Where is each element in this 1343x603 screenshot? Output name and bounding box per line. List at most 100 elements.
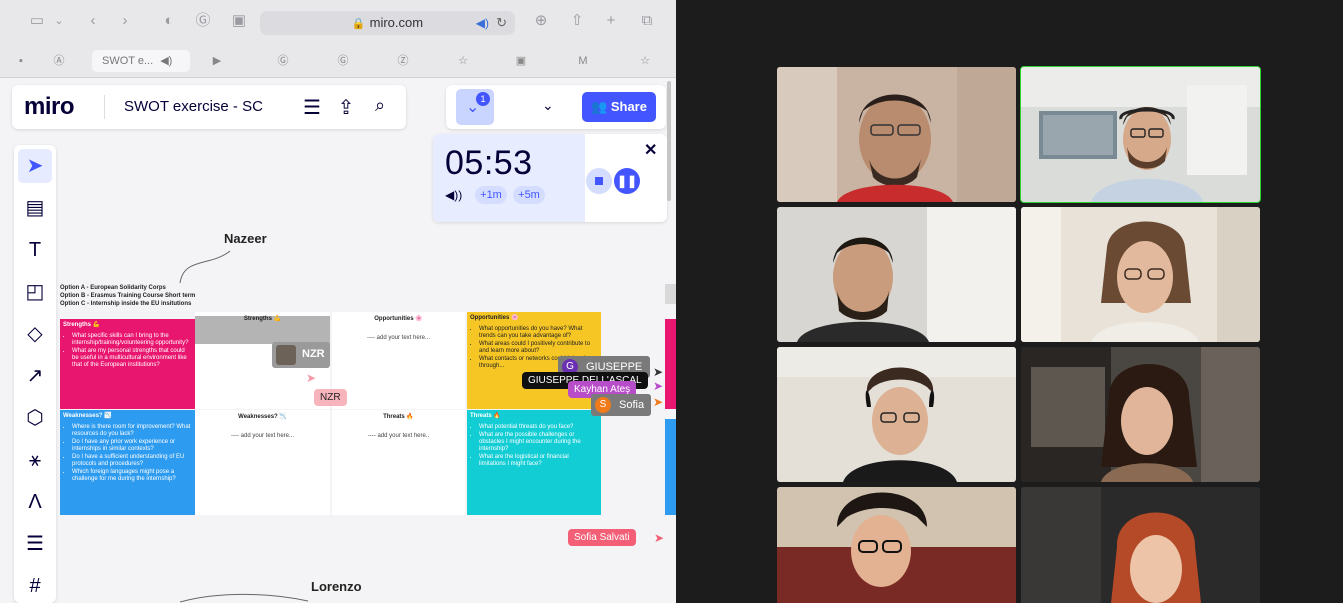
comment-tool-icon[interactable]: ⬡ — [18, 401, 52, 435]
threats-center-card[interactable]: Threats 🔥 ---- add your text here.. — [332, 410, 465, 515]
timer-time: 05:53 — [445, 144, 533, 182]
share-button[interactable]: 👥 Share — [582, 92, 656, 122]
opportunities-center-card[interactable]: Opportunities 🌸 ---- add your text here.… — [332, 312, 465, 409]
participant-video — [777, 347, 1016, 482]
offscreen-card-gray[interactable] — [665, 284, 676, 304]
tab-active[interactable]: SWOT e... ◀) — [92, 50, 190, 72]
miro-board[interactable]: miro SWOT exercise - SC ☰ ⇪ ⌕ ⌄ 1 ⌄ 👥 Sh… — [0, 79, 676, 603]
tab-star2-icon[interactable]: ☆ — [632, 50, 658, 72]
threats-bullet: What are the logistical or financial lim… — [479, 454, 597, 468]
timer-stop-button[interactable] — [586, 168, 612, 194]
comment-icon[interactable]: ☰ — [18, 527, 52, 561]
sidebar-chevron-icon[interactable]: ⌄ — [48, 11, 70, 31]
option-b: Option B - Erasmus Training Course Short… — [60, 293, 196, 299]
grammarly-icon[interactable]: Ⓖ — [192, 11, 214, 31]
cursor-arrow-icon: ➤ — [654, 531, 665, 545]
collaborators-button[interactable]: ⌄ 1 — [456, 89, 494, 125]
screen: ▭ ⌄ ‹ › ◐ Ⓖ ▣ 🔒 miro.com ◀) ↻ ⊕ ⇧ + ⧉ ▪ Ⓐ… — [0, 0, 1343, 603]
menu-icon[interactable]: ☰ — [300, 95, 324, 120]
more-chevron-icon[interactable]: ⌄ — [542, 97, 554, 114]
download-icon[interactable]: ⊕ — [530, 11, 552, 31]
timer-sound-icon[interactable]: ◀)) — [445, 188, 462, 202]
tab-z-icon[interactable]: Ⓩ — [390, 50, 416, 72]
tab-gmail-icon[interactable]: M — [570, 50, 596, 72]
participant-video — [777, 67, 1016, 202]
offscreen-card-pink[interactable] — [665, 319, 676, 409]
participant-video — [777, 487, 1016, 603]
add-1-minute-button[interactable]: +1m — [475, 186, 507, 204]
sidebar-toggle-icon[interactable]: ▭ — [26, 11, 48, 31]
close-icon[interactable]: ✕ — [644, 140, 657, 160]
sticky-note-icon[interactable]: ◰ — [18, 275, 52, 309]
collaborators-badge: 1 — [476, 92, 490, 106]
reload-icon[interactable]: ↻ — [496, 11, 507, 35]
opportunities-center-title: Opportunities 🌸 — [374, 316, 423, 322]
nzr-video-cursor: NZR — [272, 342, 330, 368]
shield-icon[interactable]: ◐ — [158, 11, 180, 31]
strengths-title: Strengths 💪 — [63, 322, 101, 328]
participant-tile-speaking[interactable] — [1020, 66, 1261, 203]
forward-icon[interactable]: › — [114, 11, 136, 31]
new-tab-icon[interactable]: + — [600, 11, 622, 31]
share-label: Share — [610, 99, 647, 114]
tab-g2-icon[interactable]: Ⓖ — [330, 50, 356, 72]
scrollbar[interactable] — [667, 81, 671, 201]
strengths-card[interactable]: Strengths 💪 What specific skills can I b… — [60, 319, 195, 409]
strengths-bullet: What specific skills can I bring to the … — [72, 333, 191, 347]
add-5-minutes-button[interactable]: +5m — [513, 186, 545, 204]
tab-youtube-icon[interactable]: ▶ — [204, 50, 230, 72]
tab-g-icon[interactable]: Ⓖ — [270, 50, 296, 72]
board-name[interactable]: SWOT exercise - SC — [124, 98, 263, 115]
audio-icon[interactable]: ◀) — [476, 11, 489, 35]
tab-overview-icon[interactable]: ⧉ — [636, 11, 658, 31]
tab-star-icon[interactable]: ☆ — [450, 50, 476, 72]
threats-bullet: What potential threats do you face? — [479, 424, 597, 431]
threats-card[interactable]: Threats 🔥 What potential threats do you … — [467, 410, 601, 515]
offscreen-card-blue[interactable] — [665, 419, 676, 515]
participant-tile[interactable] — [777, 347, 1016, 482]
cursor-arrow-icon: ➤ — [653, 379, 664, 393]
weaknesses-center-card[interactable]: Weaknesses? 📉 ---- add your text here... — [195, 410, 330, 515]
participant-video — [1021, 347, 1260, 482]
participant-tile[interactable] — [777, 67, 1016, 202]
arrow-tool-icon[interactable]: ↗ — [18, 359, 52, 393]
browser-toolbar: ▭ ⌄ ‹ › ◐ Ⓖ ▣ 🔒 miro.com ◀) ↻ ⊕ ⇧ + ⧉ ▪ Ⓐ… — [0, 0, 676, 78]
timer-face: 05:53 ◀)) +1m +5m — [433, 134, 585, 222]
export-icon[interactable]: ⇪ — [334, 95, 358, 120]
participant-tile[interactable] — [1021, 487, 1260, 603]
miro-logo[interactable]: miro — [24, 93, 75, 121]
back-icon[interactable]: ‹ — [82, 11, 104, 31]
shapes-icon[interactable]: ◇ — [18, 317, 52, 351]
tab-grid-icon[interactable]: ▪ — [10, 50, 32, 72]
weaknesses-card[interactable]: Weaknesses? 📉 Where is there room for im… — [60, 410, 195, 515]
participant-tile[interactable] — [777, 487, 1016, 603]
pen-tool-icon[interactable]: Λ — [18, 485, 52, 519]
participant-name-nazeer[interactable]: Nazeer — [224, 231, 267, 246]
participant-tile[interactable] — [777, 207, 1016, 342]
timer-pause-button[interactable]: ❚❚ — [614, 168, 640, 194]
strengths-bullets: What specific skills can I bring to the … — [72, 333, 191, 369]
tab-label: SWOT e... — [102, 55, 154, 67]
templates-icon[interactable]: ▤ — [18, 191, 52, 225]
participant-tile[interactable] — [1021, 347, 1260, 482]
lock-icon: 🔒 — [351, 18, 366, 30]
mindmap-icon[interactable]: ⚹ — [18, 443, 52, 477]
address-bar[interactable]: 🔒 miro.com ◀) ↻ — [260, 11, 515, 35]
select-tool-icon[interactable]: ➤ — [18, 149, 52, 183]
text-tool-icon[interactable]: T — [18, 233, 52, 267]
speaker-icon[interactable]: ◀) — [160, 55, 172, 67]
options-list[interactable]: Option A - European Solidarity Corps Opt… — [60, 284, 195, 308]
tab-img-icon[interactable]: ▣ — [508, 50, 534, 72]
cursor-label-nzr: NZR — [314, 389, 347, 406]
weaknesses-bullet: Where is there room for improvement? Wha… — [72, 424, 191, 438]
participant-video — [1021, 487, 1260, 603]
board-header: miro SWOT exercise - SC ☰ ⇪ ⌕ — [12, 85, 406, 129]
frame-tool-icon[interactable]: # — [18, 569, 52, 603]
participant-tile[interactable] — [1021, 207, 1260, 342]
tab-a-icon[interactable]: Ⓐ — [46, 50, 72, 72]
share-page-icon[interactable]: ⇧ — [566, 11, 588, 31]
search-icon[interactable]: ⌕ — [368, 95, 392, 116]
participant-name-lorenzo[interactable]: Lorenzo — [311, 579, 362, 594]
extension-icon[interactable]: ▣ — [228, 11, 250, 31]
tab-bar: ▪ Ⓐ SWOT e... ◀) ▶ Ⓖ Ⓖ Ⓩ ☆ ▣ M ☆ — [0, 46, 676, 76]
